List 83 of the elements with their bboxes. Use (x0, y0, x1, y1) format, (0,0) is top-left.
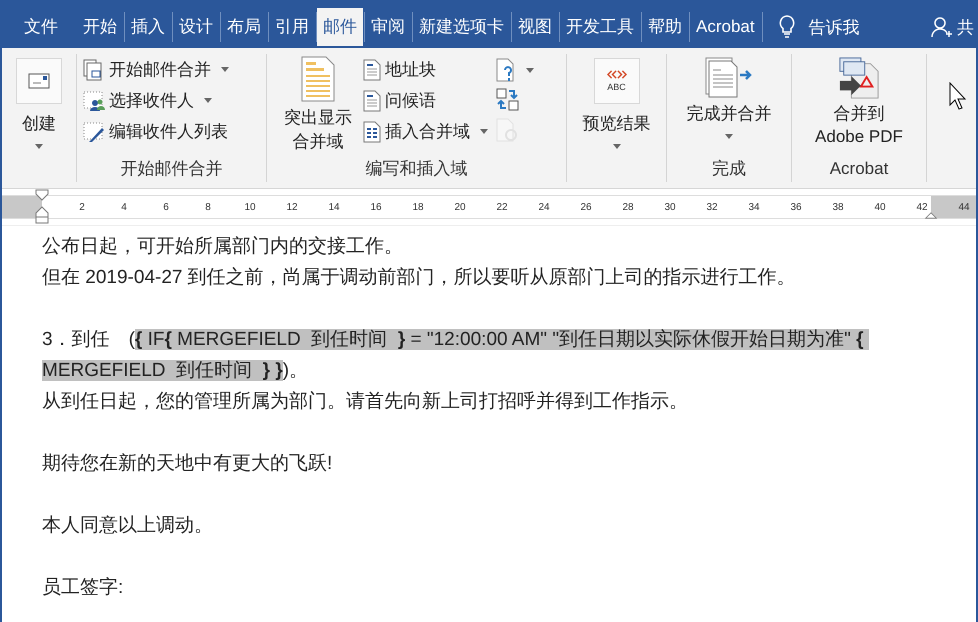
ribbon-tab[interactable]: 布局 (221, 8, 267, 46)
group-label: 开始邮件合并 (120, 158, 224, 180)
ribbon-tab[interactable]: Acrobat (690, 8, 761, 46)
ruler-number: 18 (411, 202, 425, 212)
ribbon-button[interactable]: 插入合并域 (363, 118, 488, 145)
ribbon-tab[interactable]: 文件 (12, 8, 76, 46)
group-label: Acrobat (828, 158, 890, 180)
ribbon-tab[interactable]: 设计 (173, 8, 219, 46)
document-text: 公布日起，可开始所属部门内的交接工作。 (42, 235, 404, 259)
ruler-number: 44 (957, 202, 971, 212)
indent-marker-icon[interactable] (34, 189, 50, 225)
caret-icon (612, 144, 620, 149)
document-text: 员工签字: (42, 576, 124, 600)
caret-icon (221, 67, 229, 72)
swap-icon (496, 88, 520, 112)
caret-icon (725, 134, 733, 139)
ruler-number: 14 (327, 202, 341, 212)
document-icon (363, 58, 381, 80)
ruler-number: 34 (747, 202, 761, 212)
ruler-number: 4 (120, 202, 128, 212)
ruler-number: 10 (243, 202, 257, 212)
finish-merge-button[interactable]: 完成并合并 (673, 54, 785, 156)
highlight-fields-button[interactable]: 突出显示合并域 (273, 54, 363, 156)
ribbon-button[interactable]: 问候语 (363, 87, 488, 114)
envelope-icon (28, 73, 50, 89)
ribbon-tab[interactable]: 审阅 (365, 8, 411, 46)
ruler-number: 36 (789, 202, 803, 212)
tell-me-field[interactable]: 告诉我 (808, 16, 860, 38)
table-icon (363, 120, 381, 142)
ruler-number: 6 (162, 202, 170, 212)
document-text: 从到任日起，您的管理所属为部门。请首先向新上司打招呼并得到工作指示。 (42, 390, 689, 414)
ruler-number: 26 (579, 202, 593, 212)
document-arrow-icon (704, 56, 754, 98)
cursor-icon (949, 82, 967, 110)
ribbon-button[interactable]: 选择收件人 (83, 87, 260, 114)
group-label: 编写和插入域 (364, 158, 468, 180)
list-edit-icon (83, 120, 105, 142)
ruler-number: 12 (285, 202, 299, 212)
indent-marker-icon[interactable] (924, 212, 938, 219)
lightbulb-icon (778, 15, 795, 39)
chevrons-icon (606, 70, 628, 79)
envelope-pdf-icon (838, 56, 880, 100)
document-text: 期待您在新的天地中有更大的飞跃! (42, 452, 334, 476)
ribbon-tab[interactable]: 帮助 (642, 8, 688, 46)
ruler-number: 24 (537, 202, 551, 212)
ruler-number: 40 (873, 202, 887, 212)
ruler-number: 30 (663, 202, 677, 212)
ruler-number: 16 (369, 202, 383, 212)
ribbon-tab[interactable]: 邮件 (317, 8, 363, 46)
person-icon (931, 16, 953, 38)
ribbon-button[interactable]: 开始邮件合并 (83, 56, 260, 83)
ruler-number: 8 (204, 202, 212, 212)
ruler-number: 38 (831, 202, 845, 212)
caret-icon (204, 98, 212, 103)
caret-icon (480, 129, 488, 134)
merge-pdf-button[interactable]: 合并到 Adobe PDF (798, 54, 920, 156)
ribbon-tab[interactable]: 视图 (512, 8, 558, 46)
ribbon-tab[interactable]: 新建选项卡 (413, 8, 510, 46)
ruler-number: 28 (621, 202, 635, 212)
ribbon-button[interactable]: 编辑收件人列表 (83, 118, 260, 145)
caret-icon (35, 144, 43, 149)
ribbon-tab[interactable]: 插入 (125, 8, 171, 46)
ruler-number: 32 (705, 202, 719, 212)
caret-icon (526, 68, 534, 72)
ribbon-button[interactable]: 地址块 (363, 56, 488, 83)
ruler-number: 22 (495, 202, 509, 212)
share-button[interactable]: 共 (957, 16, 974, 38)
ruler-number: 20 (453, 202, 467, 212)
preview-results-button[interactable]: ABC 预览结果 (573, 54, 660, 182)
document-icon (363, 90, 381, 112)
ribbon-tab[interactable]: 引用 (269, 8, 315, 46)
ruler-number: 42 (915, 202, 929, 212)
document-text: 本人同意以上调动。 (42, 514, 214, 538)
document-icon (301, 56, 335, 102)
ribbon-tab[interactable]: 开发工具 (560, 8, 640, 46)
document-text: 但在 2019-04-27 到任之前，尚属于调动前部门，所以要听从原部门上司的指示进行工作。 (42, 266, 797, 290)
create-button[interactable]: 创建 (8, 54, 70, 182)
ruler-number: 2 (78, 202, 86, 212)
group-label: 完成 (711, 158, 747, 180)
ribbon-tab[interactable]: 开始 (77, 8, 123, 46)
abc-label: ABC (607, 82, 626, 92)
people-icon (83, 90, 105, 112)
ribbon-icon-button[interactable] (496, 56, 534, 84)
